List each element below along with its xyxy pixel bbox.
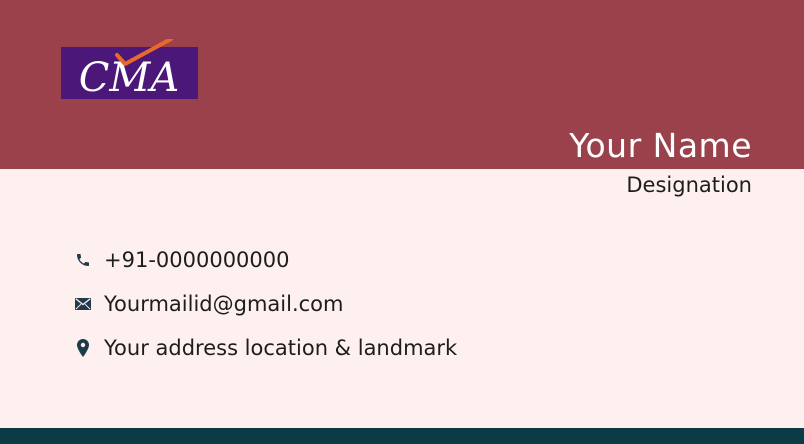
person-designation: Designation — [626, 173, 752, 197]
email-address: Yourmailid@gmail.com — [104, 292, 344, 316]
phone-icon — [74, 251, 92, 269]
card-footer-bar — [0, 428, 804, 444]
phone-number: +91-0000000000 — [104, 248, 290, 272]
email-row: Yourmailid@gmail.com — [74, 289, 343, 319]
address-text: Your address location & landmark — [104, 336, 458, 360]
location-pin-icon — [74, 339, 92, 357]
address-row: Your address location & landmark — [74, 333, 457, 363]
person-name: Your Name — [569, 126, 752, 165]
cma-logo: CMA — [61, 39, 198, 99]
mail-icon — [74, 295, 92, 313]
phone-row: +91-0000000000 — [74, 245, 290, 275]
